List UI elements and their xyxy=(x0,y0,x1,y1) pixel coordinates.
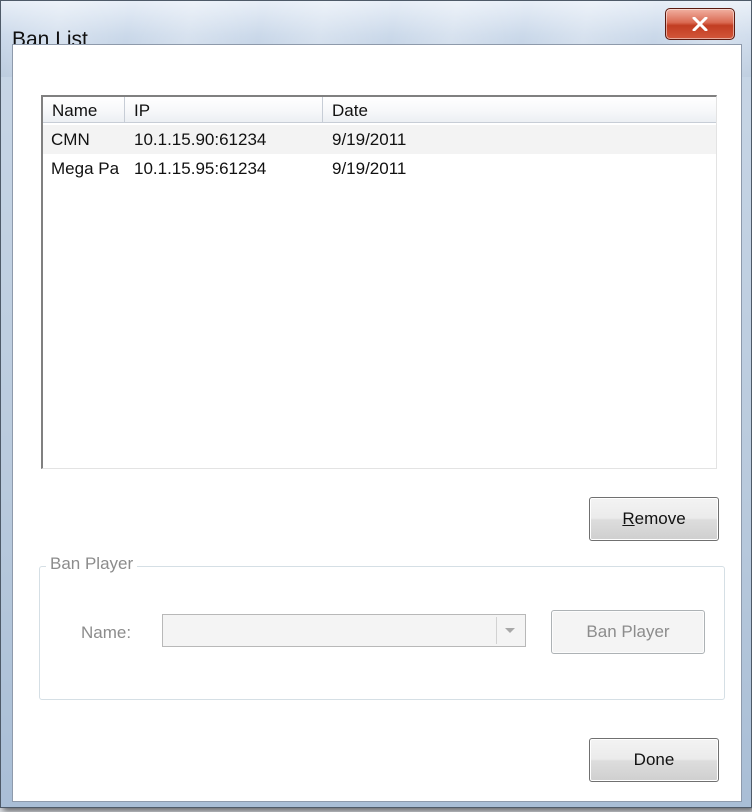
cell-ip: 10.1.15.90:61234 xyxy=(134,130,267,149)
cell-ip: 10.1.15.95:61234 xyxy=(134,159,267,178)
close-button[interactable] xyxy=(665,8,735,40)
cell-name: CMN xyxy=(51,130,90,149)
name-dropdown[interactable] xyxy=(162,614,526,647)
ban-player-group-label: Ban Player xyxy=(46,554,138,574)
remove-button[interactable]: Remove xyxy=(589,497,719,541)
ban-list-view[interactable]: Name IP Date CMN 10.1.15.90:61234 9/19/2… xyxy=(41,95,717,469)
chevron-down-icon[interactable] xyxy=(496,617,523,644)
remove-accelerator: R xyxy=(622,509,635,528)
cell-date: 9/19/2011 xyxy=(332,130,407,149)
ban-player-button[interactable]: Ban Player xyxy=(551,610,705,654)
column-header-name[interactable]: Name xyxy=(43,97,125,123)
dialog-body: Name IP Date CMN 10.1.15.90:61234 9/19/2… xyxy=(12,44,742,802)
cell-name: Mega Pa xyxy=(51,159,120,178)
cell-date: 9/19/2011 xyxy=(332,159,407,178)
column-header-ip[interactable]: IP xyxy=(125,97,323,123)
ban-list-dialog: Ban List Name IP Date CMN 10.1.15.90:612… xyxy=(0,0,752,808)
done-button[interactable]: Done xyxy=(589,738,719,782)
close-icon xyxy=(692,17,708,31)
list-header: Name IP Date xyxy=(43,97,716,125)
name-label: Name: xyxy=(81,623,132,642)
remove-label: emove xyxy=(634,509,686,528)
column-header-date[interactable]: Date xyxy=(323,97,716,123)
table-row[interactable]: Mega Pa 10.1.15.95:61234 9/19/2011 xyxy=(43,154,716,183)
table-row[interactable]: CMN 10.1.15.90:61234 9/19/2011 xyxy=(43,125,716,154)
